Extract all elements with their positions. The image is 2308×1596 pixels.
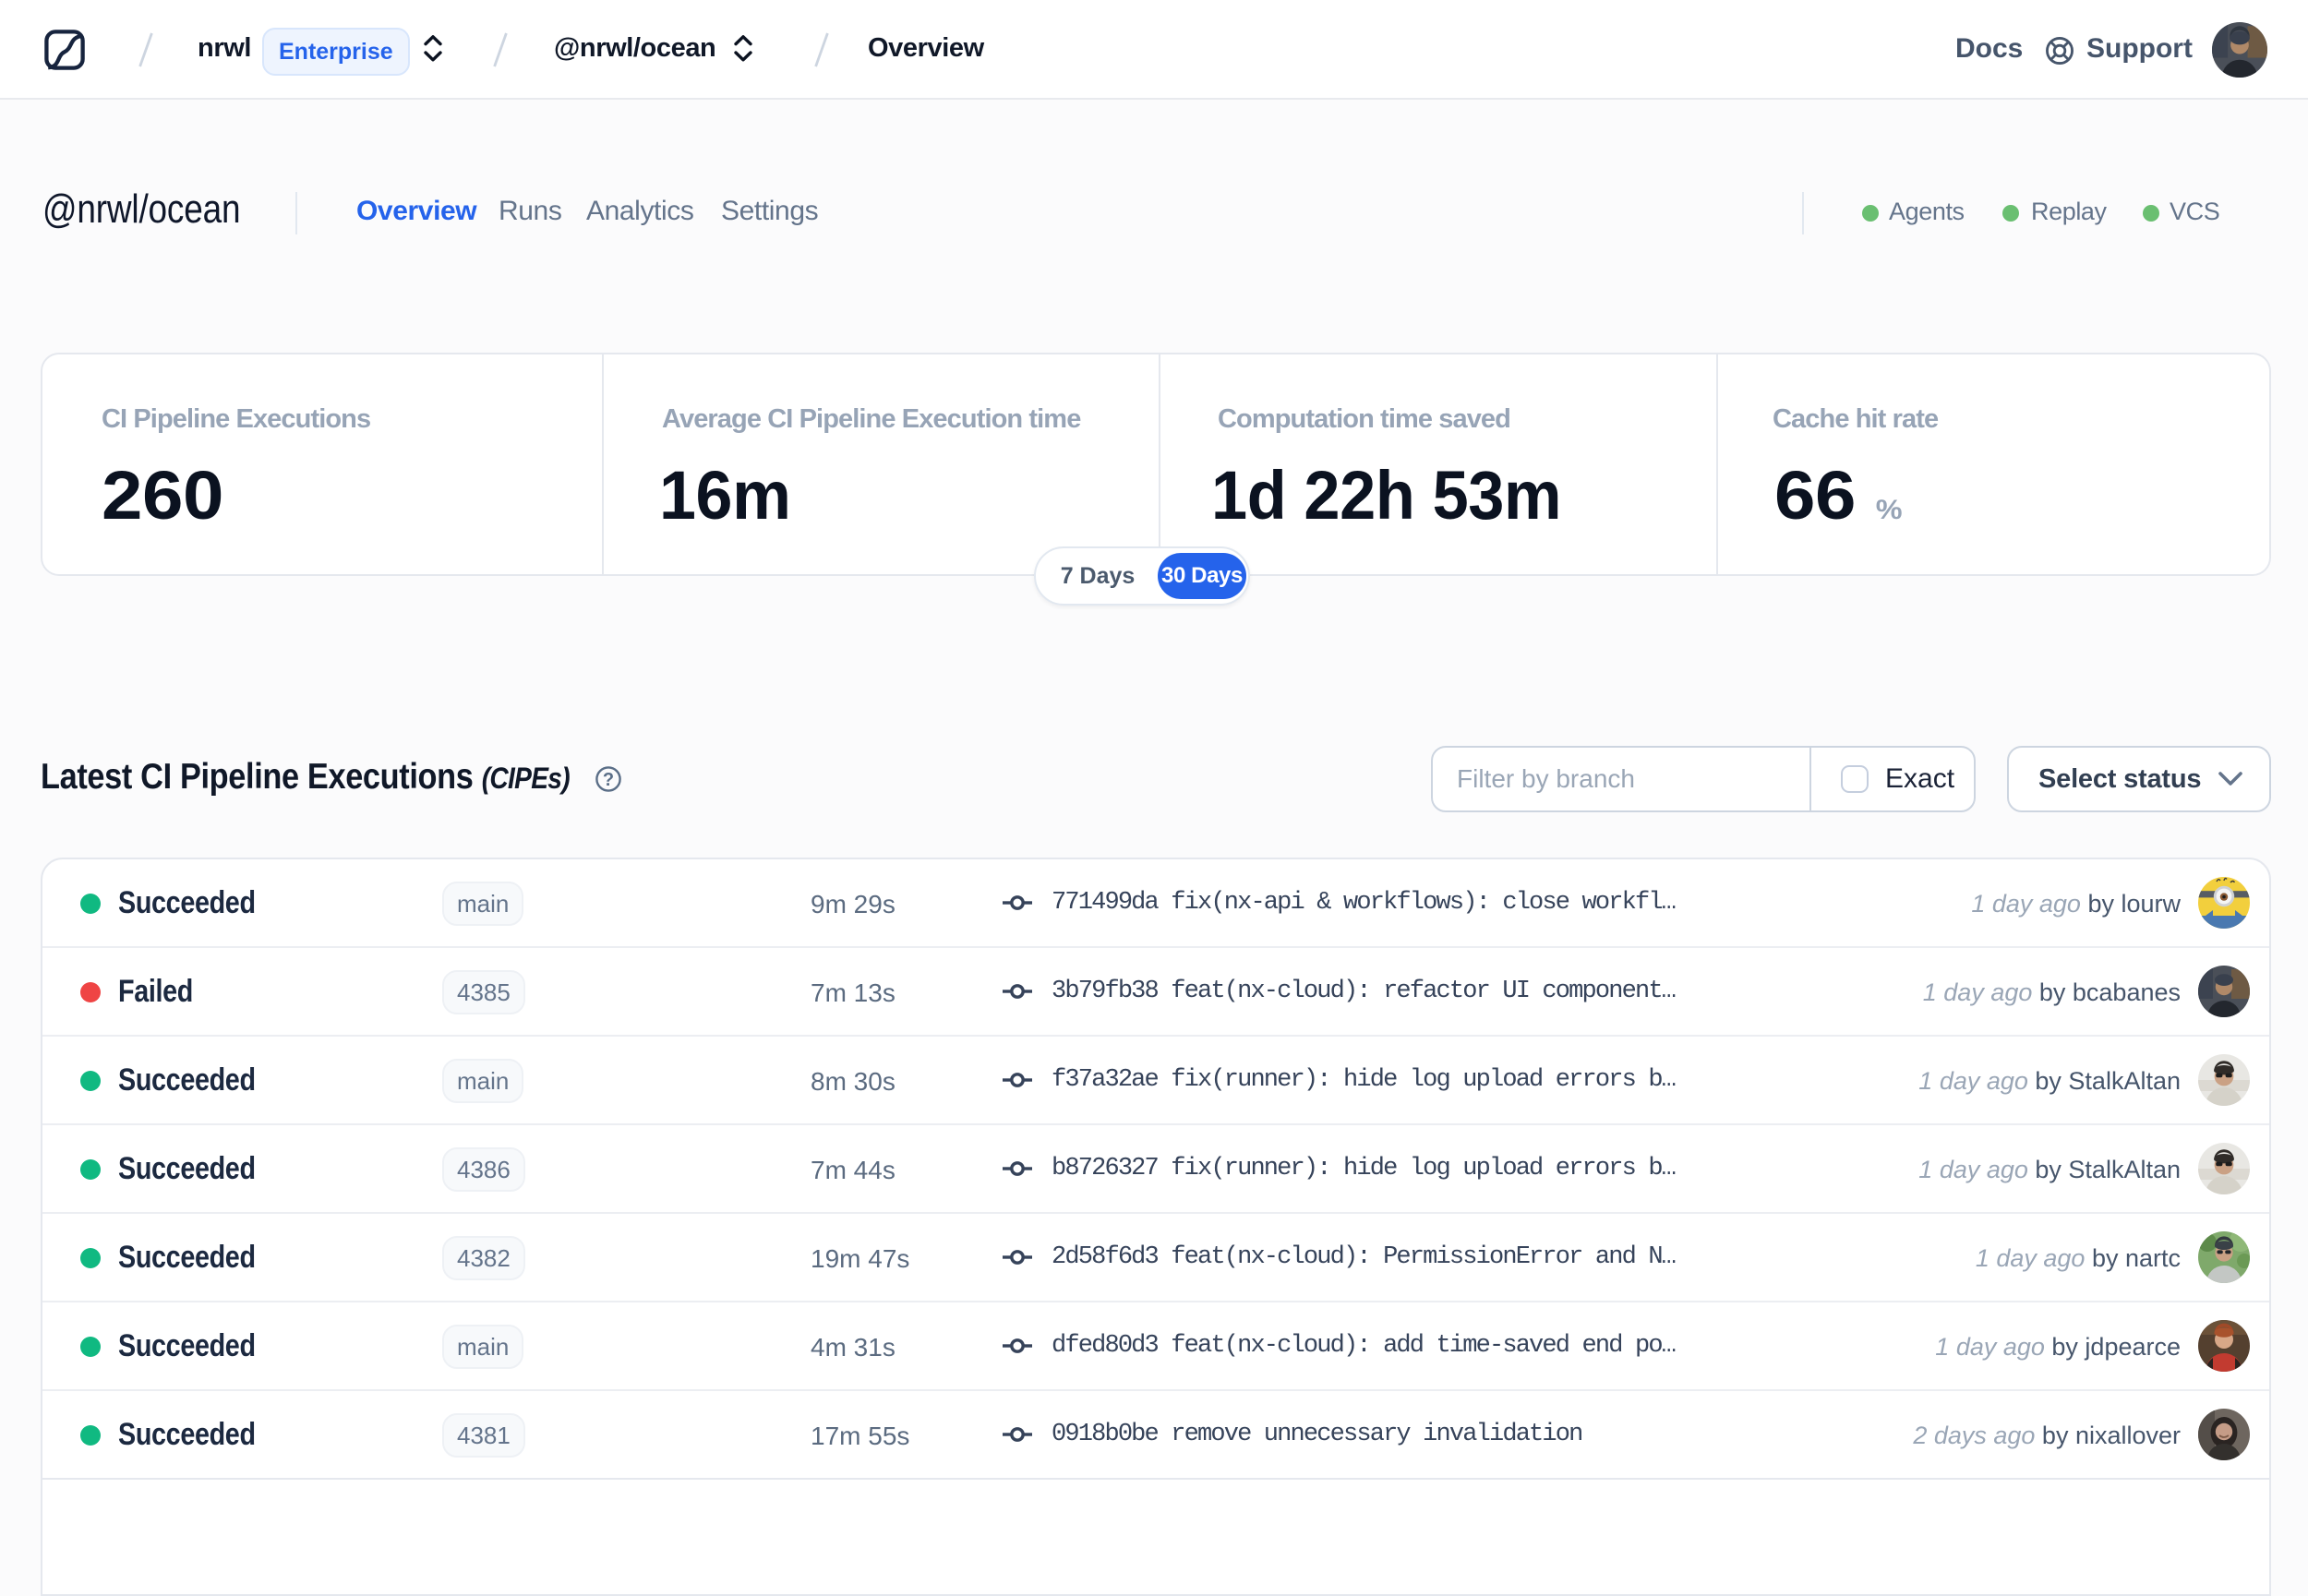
svg-text:?: ? — [603, 770, 614, 790]
